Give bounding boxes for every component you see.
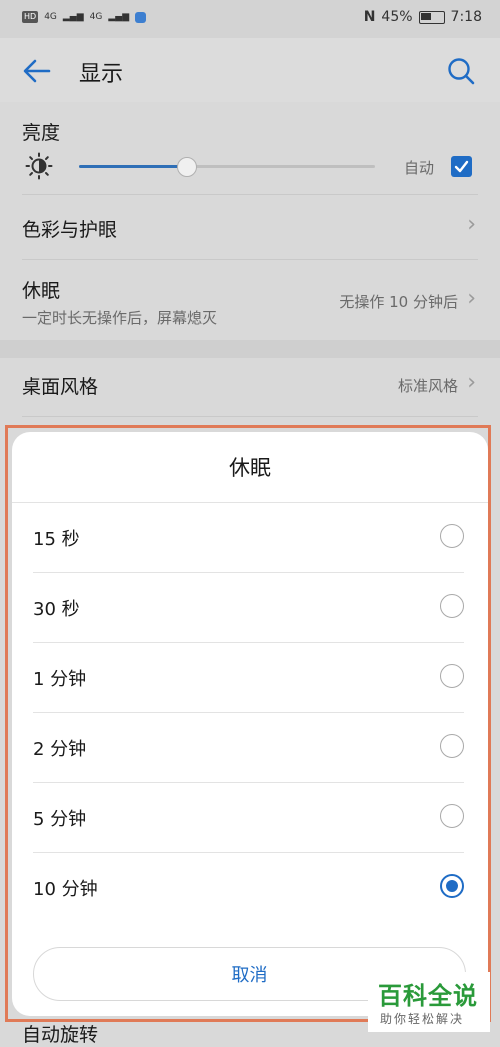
radio-icon[interactable] [440, 804, 464, 828]
option-1min[interactable]: 1 分钟 [12, 643, 488, 713]
brightness-slider[interactable] [79, 157, 375, 177]
option-10min[interactable]: 10 分钟 [12, 853, 488, 923]
divider [22, 416, 478, 417]
watermark-logo: 百科全说 助你轻松解决 [368, 972, 490, 1032]
signal-4g-icon-2: 4G [89, 12, 103, 22]
option-30s[interactable]: 30 秒 [12, 573, 488, 643]
radio-icon[interactable] [440, 734, 464, 758]
chevron-right-icon: › [467, 212, 476, 237]
signal-4g-icon: 4G [44, 12, 57, 22]
option-2min[interactable]: 2 分钟 [12, 713, 488, 783]
check-icon [454, 160, 469, 173]
option-label: 1 分钟 [33, 669, 87, 690]
nfc-icon: N [363, 9, 376, 25]
status-right: N 45% 7:18 [364, 9, 482, 25]
back-arrow-icon[interactable] [22, 56, 52, 86]
app-bar: 显示 [0, 38, 500, 102]
search-icon[interactable] [446, 56, 476, 86]
sleep-dialog: 休眠 15 秒 30 秒 1 分钟 2 分钟 5 分钟 10 分钟 取消 [12, 432, 488, 1016]
divider [22, 259, 478, 260]
signal-bars-icon-2: ▂▄▆ [108, 12, 130, 22]
radio-selected-icon[interactable] [440, 874, 464, 898]
option-label: 2 分钟 [33, 739, 87, 760]
option-5min[interactable]: 5 分钟 [12, 783, 488, 853]
battery-percent: 45% [381, 9, 413, 25]
desktop-style-label: 桌面风格 [22, 376, 99, 398]
signal-bars-icon: ▂▄▆ [62, 12, 84, 22]
option-label: 15 秒 [33, 529, 80, 550]
sleep-label: 休眠 [22, 280, 61, 302]
status-time: 7:18 [450, 9, 482, 25]
desktop-style-value: 标准风格 [397, 377, 458, 395]
auto-brightness-label: 自动 [403, 159, 434, 177]
brightness-slider-fill [79, 165, 186, 168]
brightness-label: 亮度 [22, 122, 61, 144]
status-left: HD 4G ▂▄▆ 4G ▂▄▆ [22, 11, 147, 23]
brightness-slider-thumb[interactable] [176, 157, 197, 177]
radio-icon[interactable] [440, 664, 464, 688]
section-gap [0, 340, 500, 358]
chevron-right-icon: › [467, 286, 476, 311]
app-notification-icon [135, 11, 147, 23]
watermark-slogan: 助你轻松解决 [380, 1012, 465, 1026]
page-title: 显示 [79, 62, 124, 87]
brightness-icon [25, 152, 53, 180]
status-bar: HD 4G ▂▄▆ 4G ▂▄▆ N 45% 7:18 [0, 0, 500, 38]
watermark-logo-text: 百科全说 [378, 982, 478, 1010]
color-eye-label: 色彩与护眼 [22, 219, 118, 241]
sleep-subtitle: 一定时长无操作后，屏幕熄灭 [22, 309, 218, 327]
dialog-title: 休眠 [229, 456, 271, 480]
auto-rotate-label[interactable]: 自动旋转 [22, 1020, 98, 1047]
hd-icon: HD [22, 11, 39, 23]
chevron-right-icon: › [467, 370, 476, 395]
radio-icon[interactable] [440, 594, 464, 618]
radio-icon[interactable] [440, 524, 464, 548]
sleep-value: 无操作 10 分钟后 [339, 293, 458, 311]
option-label: 30 秒 [33, 599, 80, 620]
auto-brightness-checkbox[interactable] [451, 156, 472, 177]
divider [22, 194, 478, 195]
option-15s[interactable]: 15 秒 [12, 503, 488, 573]
battery-icon [418, 10, 445, 24]
option-label: 10 分钟 [33, 879, 98, 900]
option-label: 5 分钟 [33, 809, 87, 830]
